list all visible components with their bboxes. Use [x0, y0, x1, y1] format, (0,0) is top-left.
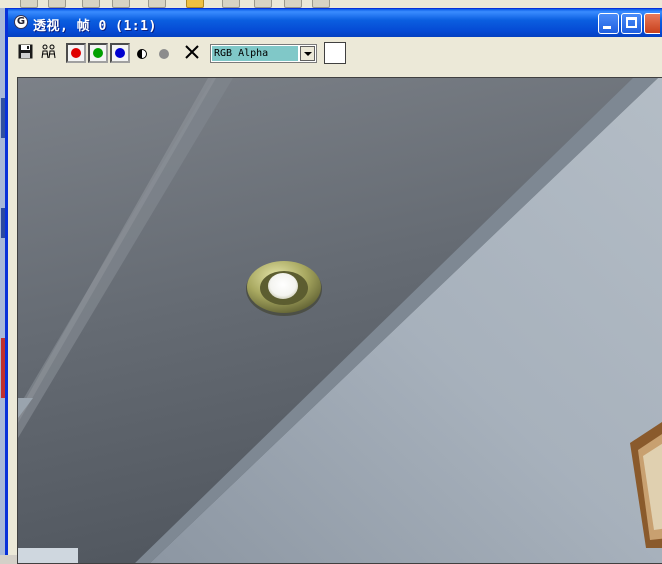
frame-toolbar: RGB Alpha	[8, 37, 662, 69]
rendered-image-viewport[interactable]	[17, 77, 662, 564]
color-swatch[interactable]	[324, 42, 346, 64]
maximize-icon	[626, 17, 637, 28]
host-tool-button[interactable]	[312, 0, 330, 8]
blue-channel-toggle[interactable]	[110, 43, 130, 63]
host-tool-button[interactable]	[112, 0, 130, 8]
host-tool-button[interactable]	[222, 0, 240, 8]
host-tool-button[interactable]	[82, 0, 100, 8]
host-tool-button[interactable]	[48, 0, 66, 8]
host-tool-button[interactable]	[284, 0, 302, 8]
blue-dot-icon	[115, 48, 125, 58]
channel-select-value: RGB Alpha	[212, 46, 298, 61]
title-bar[interactable]: G 透视, 帧 0 (1:1)	[8, 9, 662, 37]
red-dot-icon	[71, 48, 81, 58]
minimize-button[interactable]	[598, 13, 619, 34]
rendered-scene	[18, 78, 662, 563]
host-tool-button[interactable]	[254, 0, 272, 8]
chevron-down-icon[interactable]	[300, 46, 315, 61]
host-tool-button-active[interactable]	[186, 0, 204, 8]
host-toolbar-strip	[0, 0, 662, 8]
host-tool-button[interactable]	[148, 0, 166, 8]
green-channel-toggle[interactable]	[88, 43, 108, 63]
channel-select[interactable]: RGB Alpha	[210, 44, 317, 63]
host-tool-button[interactable]	[20, 0, 38, 8]
clear-x-icon[interactable]	[184, 44, 200, 60]
window-title: 透视, 帧 0 (1:1)	[33, 19, 157, 34]
close-button[interactable]	[644, 13, 660, 34]
red-channel-toggle[interactable]	[66, 43, 86, 63]
gmax-logo-icon[interactable]: G	[14, 15, 28, 29]
floppy-disk-icon[interactable]	[18, 44, 33, 59]
monochrome-toggle[interactable]	[137, 49, 147, 59]
render-frame-window: G 透视, 帧 0 (1:1) RGB Alpha	[5, 8, 662, 564]
minimize-icon	[603, 26, 611, 29]
alpha-channel-toggle[interactable]	[159, 49, 169, 59]
green-dot-icon	[93, 48, 103, 58]
clone-people-icon[interactable]	[40, 44, 58, 59]
maximize-button[interactable]	[621, 13, 642, 34]
